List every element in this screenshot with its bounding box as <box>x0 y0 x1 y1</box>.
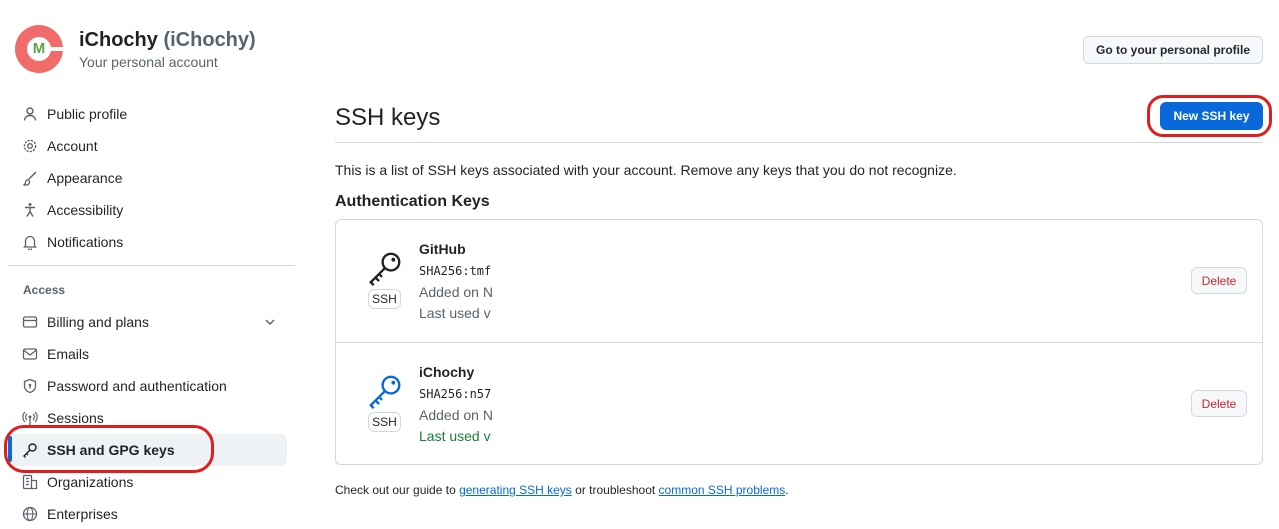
sidebar-item-label: Appearance <box>47 170 123 186</box>
sidebar-item-label: Accessibility <box>47 202 124 218</box>
keys-list: SSH GitHub SHA256:tmf Added on N Last us… <box>335 219 1263 465</box>
sidebar-item-label: Account <box>47 138 98 154</box>
chevron-down-icon[interactable] <box>263 315 277 329</box>
key-title: iChochy <box>419 364 475 380</box>
user-name: iChochy (iChochy) <box>79 29 256 52</box>
key-added-date: Added on N <box>419 284 493 300</box>
key-last-used: Last used v <box>419 305 491 321</box>
footer-suffix: . <box>785 483 789 497</box>
sidebar-item-sessions[interactable]: Sessions <box>8 402 287 434</box>
person-icon <box>23 107 37 121</box>
account-subtitle: Your personal account <box>79 54 218 70</box>
sidebar-item-password-authentication[interactable]: Password and authentication <box>8 370 287 402</box>
user-display-name: iChochy <box>79 29 158 51</box>
ssh-badge: SSH <box>368 289 401 309</box>
footer-middle: or troubleshoot <box>571 483 659 497</box>
sidebar-item-billing[interactable]: Billing and plans <box>8 306 287 338</box>
new-ssh-key-button[interactable]: New SSH key <box>1160 102 1263 130</box>
sidebar-item-emails[interactable]: Emails <box>8 338 287 370</box>
paintbrush-icon <box>23 171 37 186</box>
sidebar-item-notifications[interactable]: Notifications <box>8 226 287 258</box>
active-indicator <box>8 436 12 462</box>
organization-icon <box>22 474 38 490</box>
key-icon <box>369 375 401 410</box>
gear-icon <box>23 139 37 153</box>
key-added-date: Added on N <box>419 407 493 423</box>
accessibility-icon <box>25 203 35 217</box>
sidebar-item-label: Sessions <box>47 410 104 426</box>
bell-icon <box>22 235 38 250</box>
sidebar-item-label: Enterprises <box>47 506 118 522</box>
key-last-used: Last used v <box>419 428 491 444</box>
sidebar-item-label: Notifications <box>47 234 124 250</box>
sidebar-section-access: Access <box>23 283 66 297</box>
generating-ssh-keys-link[interactable]: generating SSH keys <box>459 483 572 497</box>
settings-sidebar: Public profile Account Appearance Access… <box>0 96 300 529</box>
sidebar-item-label: Billing and plans <box>47 314 149 330</box>
sidebar-item-label: Public profile <box>47 106 128 122</box>
authentication-keys-heading: Authentication Keys <box>335 193 490 210</box>
sidebar-item-label: Password and authentication <box>47 378 227 394</box>
sidebar-item-enterprises[interactable]: Enterprises <box>8 498 287 529</box>
user-handle: (iChochy) <box>163 29 256 51</box>
key-icon <box>23 443 37 458</box>
credit-card-icon <box>22 316 38 328</box>
key-fingerprint: SHA256:tmf <box>419 264 492 278</box>
sidebar-item-label: SSH and GPG keys <box>47 442 175 458</box>
sidebar-divider <box>8 265 295 266</box>
mail-icon <box>22 348 38 360</box>
broadcast-icon <box>22 411 38 425</box>
ssh-badge: SSH <box>368 412 401 432</box>
sidebar-item-account[interactable]: Account <box>8 130 287 162</box>
key-fingerprint: SHA256:n57 <box>419 387 492 401</box>
delete-key-button[interactable]: Delete <box>1191 267 1247 294</box>
key-icon <box>369 252 401 287</box>
key-item-ichochy: SSH iChochy SHA256:n57 Added on N Last u… <box>336 342 1262 464</box>
delete-key-button[interactable]: Delete <box>1191 390 1247 417</box>
shield-lock-icon <box>23 378 37 394</box>
sidebar-item-label: Organizations <box>47 474 134 490</box>
sidebar-item-accessibility[interactable]: Accessibility <box>8 194 287 226</box>
title-divider <box>335 142 1263 143</box>
sidebar-item-organizations[interactable]: Organizations <box>8 466 287 498</box>
common-ssh-problems-link[interactable]: common SSH problems <box>659 483 786 497</box>
sidebar-item-appearance[interactable]: Appearance <box>8 162 287 194</box>
intro-text: This is a list of SSH keys associated wi… <box>335 162 957 178</box>
footer-prefix: Check out our guide to <box>335 483 460 497</box>
help-footer: Check out our guide to generating SSH ke… <box>335 483 789 497</box>
avatar[interactable]: M <box>15 25 63 73</box>
key-title: GitHub <box>419 241 466 257</box>
globe-icon <box>22 506 38 522</box>
sidebar-item-label: Emails <box>47 346 90 362</box>
account-header: M iChochy (iChochy) Your personal accoun… <box>0 0 1279 90</box>
key-item-github: SSH GitHub SHA256:tmf Added on N Last us… <box>336 220 1262 342</box>
sidebar-item-ssh-gpg-keys[interactable]: SSH and GPG keys <box>8 434 287 466</box>
go-to-profile-button[interactable]: Go to your personal profile <box>1083 36 1263 64</box>
page-title: SSH keys <box>335 104 441 131</box>
sidebar-item-public-profile[interactable]: Public profile <box>8 98 287 130</box>
